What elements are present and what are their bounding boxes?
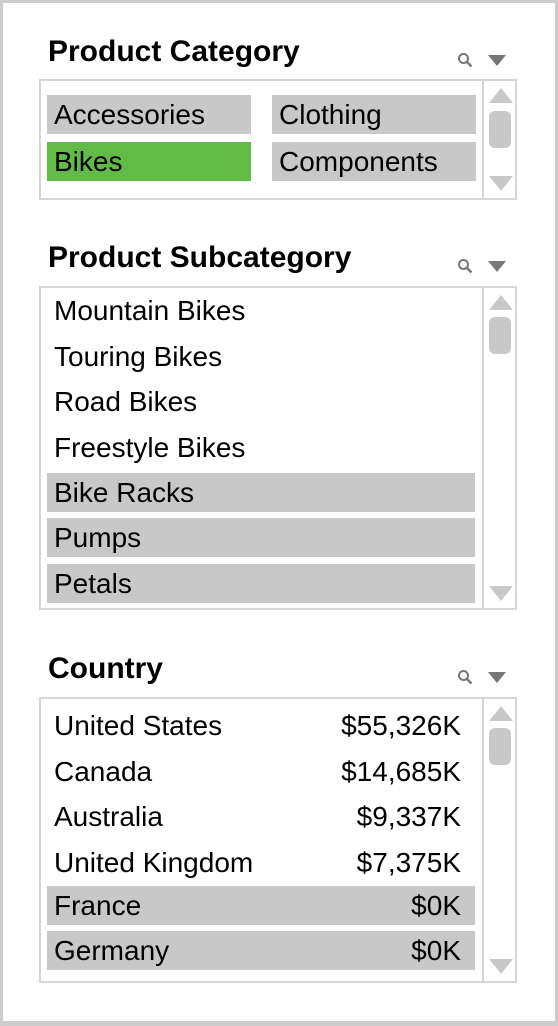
country-name: Australia	[54, 801, 163, 832]
dropdown-arrow-icon[interactable]	[488, 55, 506, 66]
scroll-thumb[interactable]	[489, 317, 511, 354]
product-category-scrollbar[interactable]	[482, 81, 515, 198]
search-icon[interactable]	[457, 52, 473, 68]
product-category-header-icons	[455, 50, 515, 70]
dropdown-arrow-icon[interactable]	[488, 261, 506, 272]
country-header-icons	[455, 667, 515, 687]
category-item-accessories[interactable]: Accessories	[47, 95, 251, 134]
country-value: $7,375K	[356, 847, 461, 878]
product-subcategory-list[interactable]: Mountain Bikes Touring Bikes Road Bikes …	[39, 286, 517, 610]
subcategory-item[interactable]: Petals	[47, 564, 475, 603]
scroll-up-arrow-icon[interactable]	[489, 88, 513, 103]
country-scrollbar[interactable]	[482, 699, 515, 981]
country-name: Canada	[54, 756, 153, 787]
scroll-up-arrow-icon[interactable]	[489, 706, 513, 721]
product-category-list[interactable]: Accessories Clothing Bikes Components	[39, 79, 517, 200]
country-name: United States	[54, 710, 223, 741]
country-value: $14,685K	[341, 756, 461, 787]
country-value: $9,337K	[356, 801, 461, 832]
subcategory-item[interactable]: Mountain Bikes	[47, 291, 475, 330]
category-item-bikes[interactable]: Bikes	[47, 142, 251, 181]
country-item[interactable]: Australia $9,337K	[47, 797, 475, 836]
product-subcategory-header-icons	[455, 256, 515, 276]
product-subcategory-title: Product Subcategory	[48, 241, 352, 274]
scroll-thumb[interactable]	[489, 111, 511, 148]
scroll-thumb[interactable]	[489, 728, 511, 765]
country-name: France	[54, 890, 142, 921]
search-icon[interactable]	[457, 258, 473, 274]
subcategory-item[interactable]: Road Bikes	[47, 382, 475, 421]
country-value: $55,326K	[341, 710, 461, 741]
subcategory-item[interactable]: Touring Bikes	[47, 337, 475, 376]
country-value: $0K	[411, 890, 461, 921]
category-item-clothing[interactable]: Clothing	[272, 95, 476, 134]
country-item[interactable]: Canada $14,685K	[47, 752, 475, 791]
country-item[interactable]: United States $55,326K	[47, 706, 475, 745]
dropdown-arrow-icon[interactable]	[488, 672, 506, 683]
country-name: United Kingdom	[54, 847, 254, 878]
country-name: Germany	[54, 935, 170, 966]
country-item[interactable]: United Kingdom $7,375K	[47, 843, 475, 882]
category-item-components[interactable]: Components	[272, 142, 476, 181]
country-item[interactable]: France $0K	[47, 886, 475, 925]
subcategory-item[interactable]: Freestyle Bikes	[47, 428, 475, 467]
country-list[interactable]: United States $55,326K Canada $14,685K A…	[39, 697, 517, 983]
scroll-down-arrow-icon[interactable]	[489, 959, 513, 974]
subcategory-item[interactable]: Pumps	[47, 518, 475, 557]
scroll-down-arrow-icon[interactable]	[489, 176, 513, 191]
scroll-down-arrow-icon[interactable]	[489, 586, 513, 601]
country-item[interactable]: Germany $0K	[47, 931, 475, 970]
subcategory-item[interactable]: Bike Racks	[47, 473, 475, 512]
country-title: Country	[48, 652, 163, 685]
product-subcategory-scrollbar[interactable]	[482, 288, 515, 608]
search-icon[interactable]	[457, 669, 473, 685]
product-category-title: Product Category	[48, 35, 300, 68]
country-value: $0K	[411, 935, 461, 966]
scroll-up-arrow-icon[interactable]	[489, 295, 513, 310]
